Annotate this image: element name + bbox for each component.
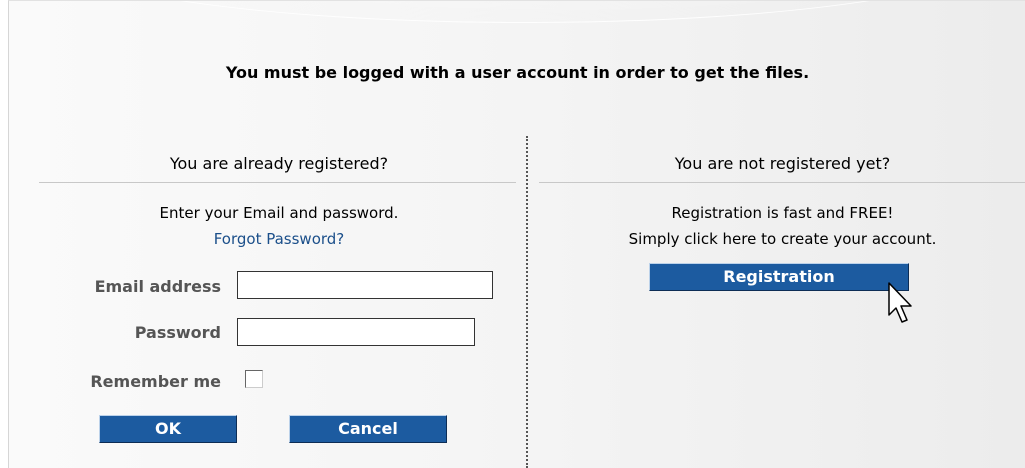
forgot-password-link[interactable]: Forgot Password?	[214, 230, 345, 248]
decorative-arc	[49, 1, 1001, 23]
login-section-title: You are already registered?	[169, 154, 389, 173]
email-label: Email address	[94, 277, 221, 296]
password-label: Password	[134, 323, 221, 342]
column-divider	[526, 136, 528, 468]
login-section-divider	[39, 182, 516, 183]
registration-info-line1: Registration is fast and FREE!	[671, 204, 894, 222]
registration-info-line2: Simply click here to create your account…	[628, 230, 937, 248]
remember-me-label: Remember me	[90, 372, 221, 391]
cancel-button[interactable]: Cancel	[289, 415, 447, 443]
email-field[interactable]	[237, 271, 493, 299]
register-section-title: You are not registered yet?	[674, 154, 891, 173]
login-instruction: Enter your Email and password.	[159, 204, 399, 222]
remember-me-checkbox[interactable]	[245, 370, 263, 388]
login-panel: You must be logged with a user account i…	[8, 0, 1025, 468]
mouse-pointer-icon	[888, 282, 912, 323]
register-section-divider	[539, 182, 1025, 183]
login-required-notice: You must be logged with a user account i…	[225, 63, 810, 82]
ok-button[interactable]: OK	[99, 415, 237, 443]
password-field[interactable]	[237, 318, 475, 346]
registration-button[interactable]: Registration	[649, 263, 909, 291]
